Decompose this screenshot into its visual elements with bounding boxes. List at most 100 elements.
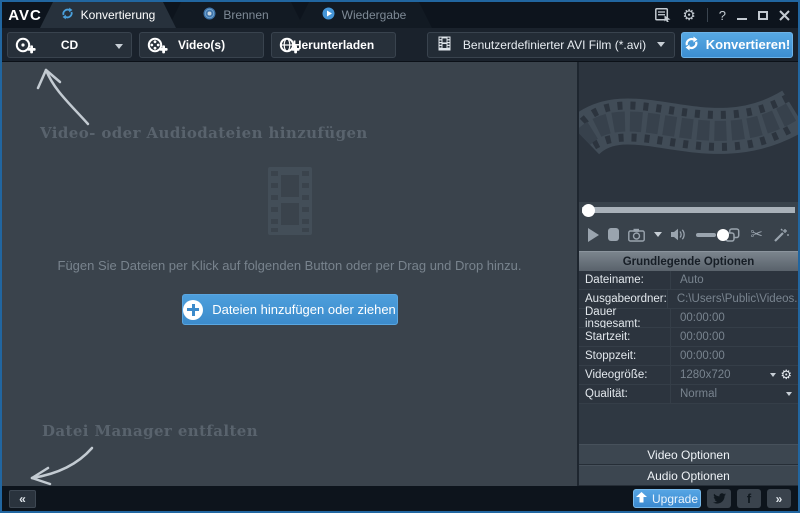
seek-thumb[interactable] [582,203,595,217]
tab-konvertierung[interactable]: Konvertierung [40,2,176,28]
facebook-icon: f [746,491,752,506]
upgrade-label: Upgrade [651,491,699,506]
audio-options-bar[interactable]: Audio Optionen [579,465,798,486]
maximize-button[interactable] [758,10,768,20]
toolbar-right-group: Benutzerdefinierter AVI Film (*.avi) Kon… [427,31,793,58]
convert-icon [684,35,699,54]
help-button[interactable]: ? [719,8,726,23]
convert-button[interactable]: Konvertieren! [681,31,793,58]
add-files-button[interactable]: Dateien hinzufügen oder ziehen [181,294,398,325]
app-window: AVC Konvertierung Brennen Wiedergabe ⚙ ?… [0,0,800,513]
camera-icon [628,228,645,242]
title-bar: AVC Konvertierung Brennen Wiedergabe ⚙ ? [2,2,798,28]
trim-button[interactable]: ✂ [750,227,763,242]
volume-slider[interactable] [696,228,729,241]
seek-track[interactable] [582,207,795,213]
arrow-to-collapse-button [30,446,94,486]
play-button[interactable] [588,227,599,242]
menu-icon[interactable] [655,8,671,22]
facebook-button[interactable]: f [737,489,761,508]
filename-value[interactable]: Auto [671,271,798,289]
option-label: Videogröße: [579,366,671,384]
add-videos-button[interactable]: Video(s) [139,31,264,58]
panel-spacer [579,404,798,444]
tab-wiedergabe[interactable]: Wiedergabe [296,2,432,28]
button-label: CD [60,37,79,52]
chevron-down-icon [115,43,123,49]
download-button[interactable]: Herunterladen [271,31,396,58]
option-label: Dateiname: [579,271,671,289]
tab-brennen[interactable]: Brennen [168,2,304,28]
mute-button[interactable] [671,228,687,241]
convert-icon [61,7,74,23]
start-time-value[interactable]: 00:00:00 [671,328,798,346]
volume-thumb[interactable] [717,228,729,241]
video-size-select[interactable]: 1280x720 ⚙ [671,366,798,384]
video-options-bar[interactable]: Video Optionen [579,444,798,465]
option-row-start-time: Startzeit: 00:00:00 [579,328,798,347]
magic-wand-icon [774,228,789,242]
snapshot-button[interactable] [628,228,645,242]
convert-label: Konvertieren! [705,37,791,52]
total-duration-value: 00:00:00 [680,312,725,324]
minimize-button[interactable] [737,11,747,20]
close-button[interactable] [779,9,790,21]
chevron-down-icon [770,373,777,377]
film-reel-plus-icon [147,37,168,58]
tab-label: Wiedergabe [341,8,407,22]
effects-button[interactable] [773,228,789,242]
expand-panel-button[interactable]: » [767,489,791,508]
option-label: Qualität: [579,385,671,403]
divider [706,8,708,22]
player-controls: ✂ [579,218,798,251]
twitter-icon [712,493,726,504]
output-format-value: Benutzerdefinierter AVI Film (*.avi) [462,37,647,52]
disc-plus-icon [15,37,36,58]
button-label: Herunterladen [292,37,375,52]
option-label: Startzeit: [579,328,671,346]
upgrade-button[interactable]: Upgrade [633,489,701,508]
app-logo: AVC [8,6,42,24]
option-row-video-size: Videogröße: 1280x720 ⚙ [579,366,798,385]
add-cd-button[interactable]: CD [7,31,132,58]
toolbar: CD Video(s) Herunterladen Benutzerdefini… [2,28,798,62]
burn-disc-icon [203,7,216,23]
quality-select[interactable]: Normal [671,385,798,403]
seek-bar[interactable] [579,202,798,218]
right-panel: ✂ Grundlegende Optionen Dateiname: Auto … [579,62,798,486]
add-files-label: Dateien hinzufügen oder ziehen [212,302,396,317]
filmstrip-icon [437,36,452,54]
status-bar: « Upgrade f » [2,486,798,511]
chevron-down-icon [786,392,792,396]
video-size-settings-gear-icon[interactable]: ⚙ [780,369,792,382]
snapshot-menu-caret[interactable] [654,232,662,237]
option-label: Stoppzeit: [579,347,671,365]
video-preview [579,62,798,202]
tab-label: Brennen [223,8,269,22]
basic-options-header: Grundlegende Optionen [579,251,798,271]
stop-time-value[interactable]: 00:00:00 [671,347,798,365]
output-folder-value[interactable]: C:\Users\Public\Videos... [668,290,798,308]
speaker-icon [671,228,685,241]
content: Video- oder Audiodateien hinzufügen Füge… [2,62,798,486]
twitter-button[interactable] [707,489,731,508]
file-drop-zone[interactable]: Video- oder Audiodateien hinzufügen Füge… [2,62,579,486]
output-format-select[interactable]: Benutzerdefinierter AVI Film (*.avi) [427,31,675,58]
filmstrip-placeholder-icon [257,165,323,242]
globe-plus-icon [279,37,300,58]
chevron-down-icon [657,42,665,47]
play-circle-icon [322,7,335,23]
drop-instruction-text: Fügen Sie Dateien per Klick auf folgende… [57,258,522,273]
expand-file-manager-button[interactable]: « [9,489,36,508]
scissors-icon: ✂ [750,225,763,243]
option-row-filename: Dateiname: Auto [579,271,798,290]
hint-file-manager: Datei Manager entfalten [42,422,259,440]
option-row-quality: Qualität: Normal [579,385,798,404]
plus-icon [183,299,204,320]
gear-icon[interactable]: ⚙ [682,7,695,23]
film-ribbon-graphic [579,90,798,157]
main-tabs: Konvertierung Brennen Wiedergabe [48,2,432,28]
stop-button[interactable] [608,228,619,241]
window-controls: ⚙ ? [655,2,790,28]
option-label: Dauer insgesamt: [579,306,671,330]
